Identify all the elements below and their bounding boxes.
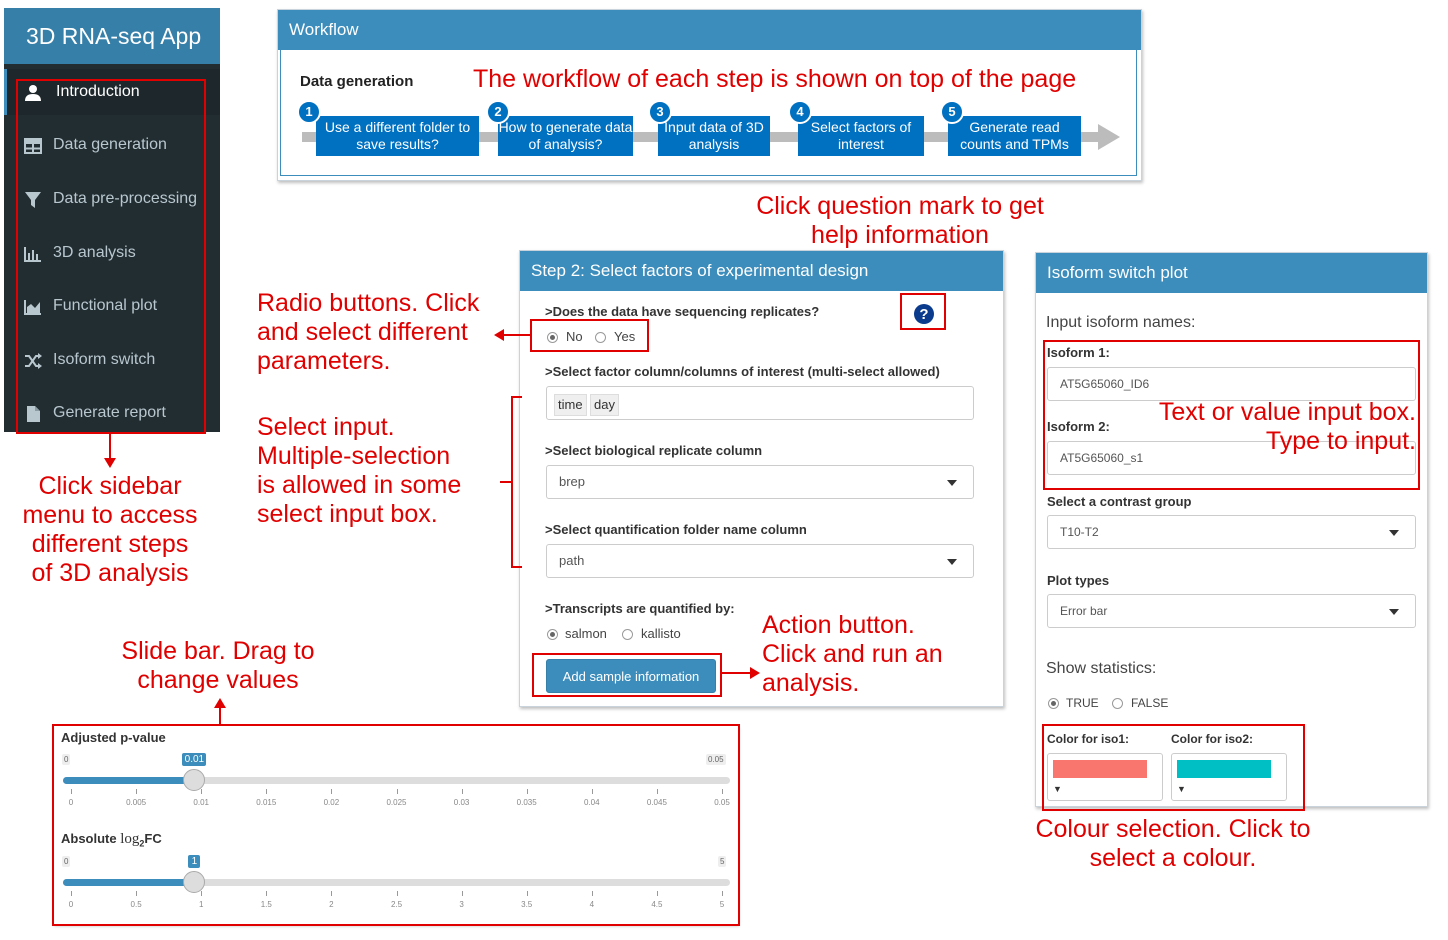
- chevron-down-icon: [947, 480, 957, 486]
- arrow-up-icon: [214, 698, 226, 726]
- step-number-2: 2: [486, 100, 510, 124]
- help-note: Click question mark to get help informat…: [756, 192, 1044, 249]
- chevron-down-icon: [947, 559, 957, 565]
- contrast-value: T10-T2: [1060, 525, 1099, 539]
- show-statistics-label: Show statistics:: [1046, 660, 1157, 677]
- path-label: >Select quantification folder name colum…: [545, 522, 807, 537]
- brep-value: brep: [559, 474, 586, 489]
- chevron-down-icon: [1389, 609, 1399, 615]
- step-number-3: 3: [648, 100, 672, 124]
- workflow-panel: Workflow Data generation Use a different…: [277, 9, 1142, 181]
- workflow-step-4: Select factors of interest: [798, 116, 924, 156]
- button-highlight-box: [532, 653, 722, 697]
- slider-highlight-box: [52, 724, 740, 926]
- radio-highlight-box: [530, 319, 649, 352]
- plot-types-label: Plot types: [1047, 573, 1110, 588]
- sidebar-note: Click sidebar menu to access different s…: [22, 472, 198, 587]
- text-input-note: Text or value input box. Type to input.: [1158, 398, 1416, 455]
- radio-false[interactable]: [1112, 698, 1123, 709]
- step2-header: Step 2: Select factors of experimental d…: [520, 251, 1003, 291]
- arrow-right-icon: [722, 667, 760, 679]
- chevron-down-icon: [1389, 530, 1399, 536]
- arrow-left-icon: [494, 329, 532, 341]
- bracket-icon: [500, 396, 522, 568]
- help-highlight-box: [900, 293, 946, 330]
- factor-multiselect[interactable]: time day: [546, 386, 974, 420]
- workflow-header: Workflow: [278, 10, 1141, 50]
- workflow-note: The workflow of each step is shown on to…: [473, 65, 1077, 93]
- workflow-step-5: Generate read counts and TPMs: [948, 116, 1081, 156]
- colour-note: Colour selection. Click to select a colo…: [1035, 815, 1311, 872]
- action-note: Action button. Click and run an analysis…: [762, 611, 943, 697]
- workflow-step-1: Use a different folder to save results?: [316, 116, 479, 156]
- radio-kallisto[interactable]: [622, 629, 633, 640]
- workflow-section-title: Data generation: [300, 73, 414, 90]
- radio-salmon[interactable]: [547, 629, 558, 640]
- path-value: path: [559, 553, 585, 568]
- isoform-header: Isoform switch plot: [1036, 253, 1427, 293]
- radio-true[interactable]: [1048, 698, 1059, 709]
- brep-select[interactable]: brep: [546, 465, 974, 499]
- arrow-down-icon: [104, 434, 116, 468]
- plot-types-value: Error bar: [1060, 604, 1108, 618]
- colour-highlight-box: [1042, 724, 1305, 811]
- radio-salmon-label: salmon: [565, 626, 607, 641]
- plot-types-select[interactable]: Error bar: [1047, 594, 1416, 628]
- step-number-1: 1: [297, 100, 321, 124]
- factor-label: >Select factor column/columns of interes…: [545, 364, 940, 379]
- arrow-right-icon: [1098, 124, 1120, 150]
- contrast-label: Select a contrast group: [1047, 494, 1192, 509]
- factor-tag-day[interactable]: day: [590, 394, 619, 416]
- brep-label: >Select biological replicate column: [545, 443, 763, 458]
- input-isoform-label: Input isoform names:: [1046, 314, 1196, 331]
- radio-true-label: TRUE: [1066, 696, 1099, 710]
- select-note: Select input. Multiple-selection is allo…: [257, 413, 462, 528]
- app-title: 3D RNA-seq App: [4, 8, 220, 64]
- sidebar-highlight-box: [16, 79, 206, 434]
- step-number-5: 5: [940, 100, 964, 124]
- radio-kallisto-label: kallisto: [641, 626, 681, 641]
- slider-note: Slide bar. Drag to change values: [121, 637, 315, 694]
- workflow-step-2: How to generate data of analysis?: [498, 116, 633, 156]
- factor-tag-time[interactable]: time: [554, 394, 587, 416]
- radio-false-label: FALSE: [1131, 696, 1169, 710]
- replicates-label: >Does the data have sequencing replicate…: [545, 304, 820, 319]
- workflow-step-3: Input data of 3D analysis: [658, 116, 770, 156]
- radio-note: Radio buttons. Click and select differen…: [257, 289, 480, 375]
- path-select[interactable]: path: [546, 544, 974, 578]
- quant-label: >Transcripts are quantified by:: [545, 601, 735, 616]
- step-number-4: 4: [788, 100, 812, 124]
- contrast-select[interactable]: T10-T2: [1047, 515, 1416, 549]
